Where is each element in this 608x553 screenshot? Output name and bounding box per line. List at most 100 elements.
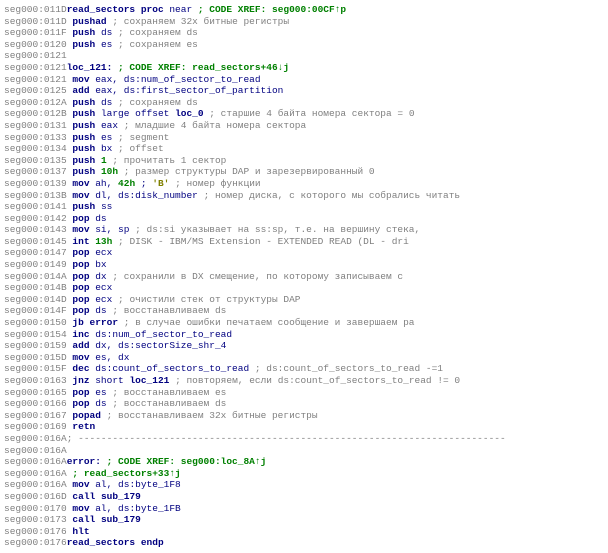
address: seg000:012A [4, 97, 67, 109]
xref[interactable]: ; CODE XREF: seg000:00CF↑p [198, 4, 346, 15]
address: seg000:011F [4, 27, 67, 39]
comment: ; номер функции [175, 178, 261, 189]
address: seg000:0154 [4, 329, 67, 341]
address: seg000:0176 [4, 537, 67, 549]
mnemonic: jb [72, 317, 89, 328]
address: seg000:016A [4, 456, 67, 468]
address: seg000:012B [4, 108, 67, 120]
xref[interactable]: ; CODE XREF: seg000:loc_8A↑j [107, 456, 267, 467]
address: seg000:011D [4, 4, 67, 16]
address: seg000:014B [4, 282, 67, 294]
mnemonic: push [72, 201, 101, 212]
address: seg000:0166 [4, 398, 67, 410]
operands: eax [101, 120, 118, 131]
mnemonic: pushad [72, 16, 112, 27]
mnemonic: pop [72, 398, 95, 409]
mnemonic: pop [72, 282, 95, 293]
xref[interactable]: ; CODE XREF: read_sectors+46↓j [118, 62, 289, 73]
mnemonic: mov [72, 352, 95, 363]
operands: ds:count_of_sectors_to_read [95, 363, 249, 374]
mnemonic: pop [72, 259, 95, 270]
mnemonic: call [72, 491, 101, 502]
comment: ; сохраняем 32x битные регистры [112, 16, 289, 27]
comment: ; повторяем, если ds:count_of_sectors_to… [175, 375, 460, 386]
mnemonic: push [72, 120, 101, 131]
mnemonic: pop [72, 305, 95, 316]
comment: ; ds:si указывает на ss:sp, т.е. на верш… [135, 224, 420, 235]
comment: ; восстанавливаем 32x битные регистры [107, 410, 318, 421]
mnemonic: pop [72, 294, 95, 305]
operands: dx [95, 271, 106, 282]
address: seg000:015D [4, 352, 67, 364]
address: seg000:016A [4, 445, 67, 457]
address: seg000:0134 [4, 143, 67, 155]
address: seg000:0169 [4, 421, 67, 433]
mnemonic: int [72, 236, 95, 247]
number: 13h [95, 236, 112, 247]
comment: ; прочитать 1 сектор [112, 155, 226, 166]
code-label[interactable]: error: [67, 456, 107, 467]
mnemonic: mov [72, 74, 95, 85]
mnemonic: pop [72, 213, 95, 224]
operands: es [101, 132, 112, 143]
operands: al, ds:byte_1F8 [95, 479, 181, 490]
number: 10h [101, 166, 118, 177]
address: seg000:0121 [4, 74, 67, 86]
mnemonic: push [72, 132, 101, 143]
address: seg000:014D [4, 294, 67, 306]
code-label[interactable]: loc_121: [67, 62, 118, 73]
address: seg000:011D [4, 16, 67, 28]
mnemonic: push [72, 166, 101, 177]
directive: endp [141, 537, 164, 548]
comment: ; восстанавливаем ds [112, 305, 226, 316]
address: seg000:0163 [4, 375, 67, 387]
address: seg000:0145 [4, 236, 67, 248]
mnemonic: push [72, 27, 101, 38]
mnemonic: add [72, 340, 95, 351]
mnemonic: push [72, 97, 101, 108]
mnemonic: retn [72, 421, 95, 432]
operands: bx [101, 143, 112, 154]
mnemonic: mov [72, 479, 95, 490]
address: seg000:016A [4, 433, 67, 445]
address: seg000:0133 [4, 132, 67, 144]
operands: bx [95, 259, 106, 270]
address: seg000:0142 [4, 213, 67, 225]
address: seg000:0149 [4, 259, 67, 271]
mnemonic: call [72, 514, 101, 525]
comment: ; в случае ошибки печатаем сообщение и з… [124, 317, 415, 328]
mnemonic: push [72, 39, 101, 50]
operands: dx, ds:sectorSize_shr_4 [95, 340, 226, 351]
address: seg000:0150 [4, 317, 67, 329]
comment: ; сохраняем es [118, 39, 198, 50]
comment: ; сохранили в DX смещение, по которому з… [112, 271, 403, 282]
address: seg000:0120 [4, 39, 67, 51]
address: seg000:014A [4, 271, 67, 283]
comment: ; DISK - IBM/MS Extension - EXTENDED REA… [118, 236, 409, 247]
operands: ecx [95, 247, 112, 258]
operands: ss [101, 201, 112, 212]
address: seg000:0121 [4, 50, 67, 62]
operands: ecx [95, 294, 112, 305]
mnemonic: pop [72, 247, 95, 258]
xref[interactable]: ; read_sectors+33↑j [72, 468, 180, 479]
address: seg000:0137 [4, 166, 67, 178]
operands: es [101, 39, 112, 50]
operands: si, sp [95, 224, 129, 235]
comment: ; восстанавливаем ds [112, 398, 226, 409]
operands: ds [101, 97, 112, 108]
mnemonic: inc [72, 329, 95, 340]
comment: ; сохраняем ds [118, 27, 198, 38]
address: seg000:0173 [4, 514, 67, 526]
comment: ; сохраняем ds [118, 97, 198, 108]
address: seg000:0139 [4, 178, 67, 190]
symbol-label[interactable]: read_sectors [67, 4, 141, 15]
comment: ; segment [118, 132, 169, 143]
comment: ; младшие 4 байта номера сектора [124, 120, 306, 131]
address: seg000:0159 [4, 340, 67, 352]
operands: ds [95, 213, 106, 224]
operands: ds [95, 398, 106, 409]
mnemonic: add [72, 85, 95, 96]
symbol-label[interactable]: read_sectors [67, 537, 141, 548]
comment: ; восстанавливаем es [112, 387, 226, 398]
